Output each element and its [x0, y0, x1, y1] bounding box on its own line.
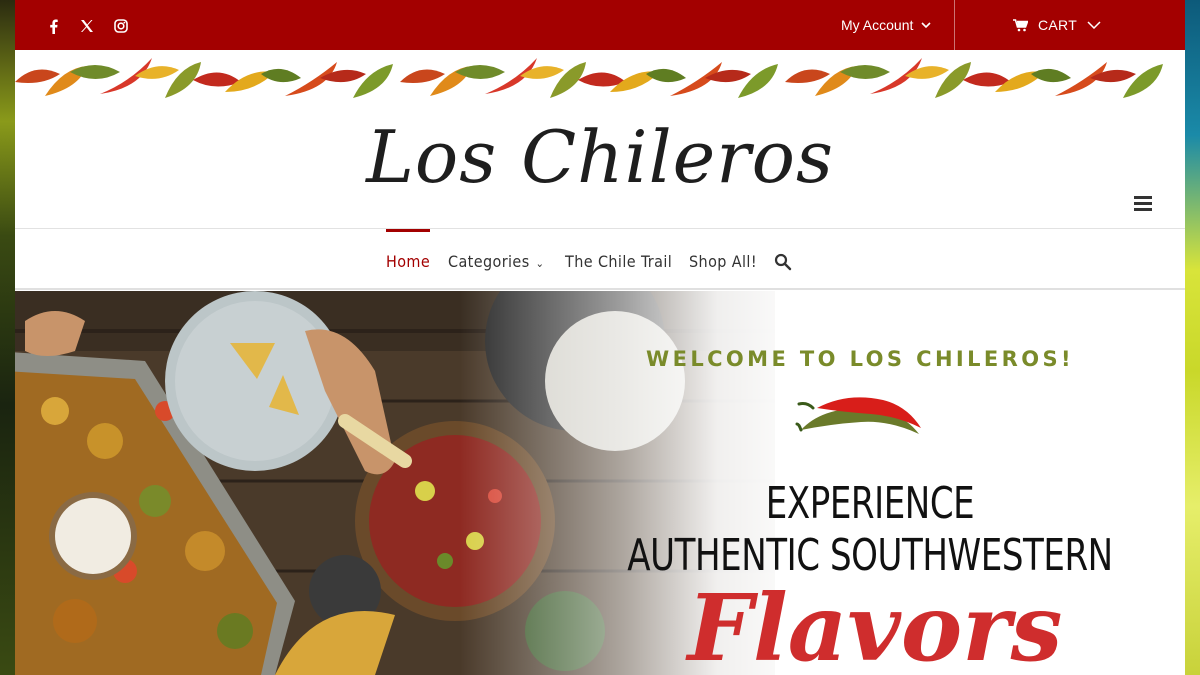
welcome-heading: WELCOME TO LOS CHILEROS!: [646, 347, 1074, 371]
cart-label: CART: [1038, 17, 1078, 33]
chevron-down-icon: [1087, 21, 1101, 29]
nav-categories-label: Categories: [448, 252, 530, 271]
instagram-icon[interactable]: [113, 18, 129, 34]
nav-shop-all[interactable]: Shop All!: [689, 229, 757, 289]
nav-chile-trail[interactable]: The Chile Trail: [565, 229, 672, 289]
hero-banner: WELCOME TO LOS CHILEROS! EXPERIENCE AUTH…: [15, 291, 1185, 675]
hamburger-menu-icon[interactable]: [1134, 196, 1152, 211]
search-icon[interactable]: [774, 253, 792, 271]
social-links: [45, 18, 129, 34]
backdrop-right: [1185, 0, 1200, 675]
facebook-icon[interactable]: [45, 18, 61, 34]
topbar-divider: [954, 0, 955, 50]
hero-line-experience: EXPERIENCE: [765, 478, 975, 529]
my-account-label: My Account: [841, 17, 914, 33]
chile-pepper-border: [15, 50, 1185, 110]
backdrop-left: [0, 0, 15, 675]
chevron-down-icon: [921, 21, 931, 28]
cart-icon: [1013, 18, 1028, 31]
my-account-menu[interactable]: My Account: [841, 0, 931, 50]
hero-line-flavors: Flavors: [687, 574, 1063, 675]
chile-pepper-icon: [795, 397, 921, 434]
site-logo[interactable]: Los Chileros: [15, 112, 1185, 202]
nav-home[interactable]: Home: [386, 229, 431, 289]
chevron-down-icon: ⌄: [535, 257, 545, 270]
cart-menu[interactable]: CART: [1013, 0, 1101, 50]
x-icon[interactable]: [79, 18, 95, 34]
top-bar: My Account CART: [15, 0, 1185, 50]
nav-categories[interactable]: Categories ⌄: [448, 229, 544, 289]
site-container: My Account CART Los Chileros Home Catego…: [15, 0, 1185, 675]
main-navigation: Home Categories ⌄ The Chile Trail Shop Al…: [15, 228, 1185, 290]
